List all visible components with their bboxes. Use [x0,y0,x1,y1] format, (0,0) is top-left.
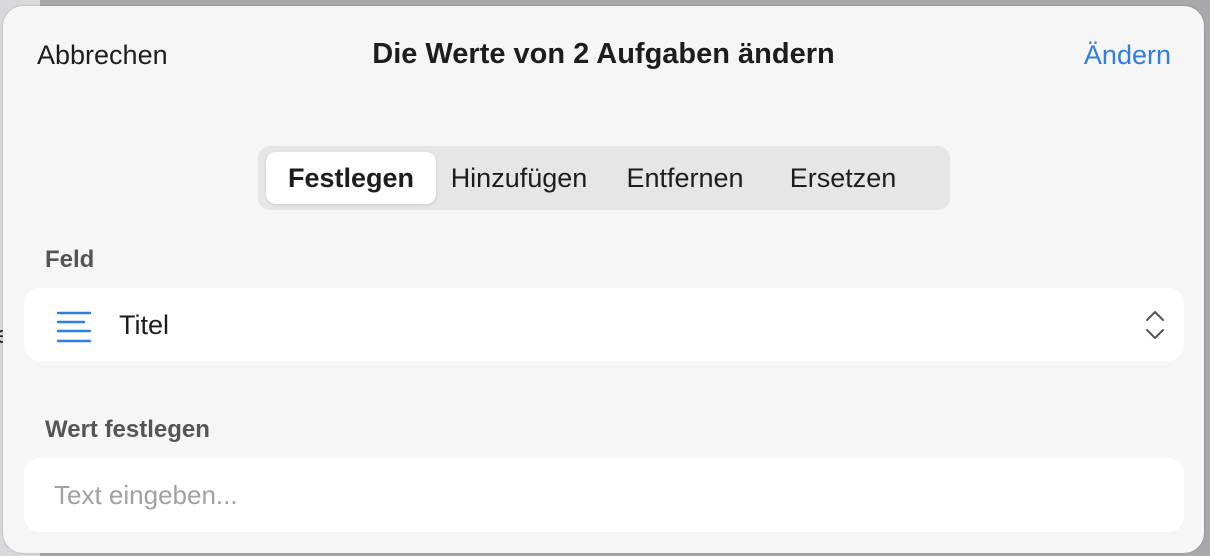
segment-set[interactable]: Festlegen [266,152,436,204]
mode-segmented-control: Festlegen Hinzufügen Entfernen Ersetzen [258,146,950,210]
change-values-sheet: Abbrechen Die Werte von 2 Aufgaben änder… [3,6,1204,553]
text-lines-icon [56,311,92,343]
apply-change-button[interactable]: Ändern [1084,40,1171,71]
field-picker-value: Titel [119,310,170,340]
field-section-label: Feld [45,246,95,273]
value-section-label: Wert festlegen [45,416,210,443]
sheet-title: Die Werte von 2 Aufgaben ändern [372,38,835,70]
segment-replace[interactable]: Ersetzen [768,152,918,204]
segment-add[interactable]: Hinzufügen [436,152,602,204]
field-picker[interactable]: Titel [24,288,1184,361]
value-text-input[interactable] [24,458,1184,532]
chevron-up-down-icon [1146,311,1164,339]
segment-remove[interactable]: Entfernen [602,152,768,204]
